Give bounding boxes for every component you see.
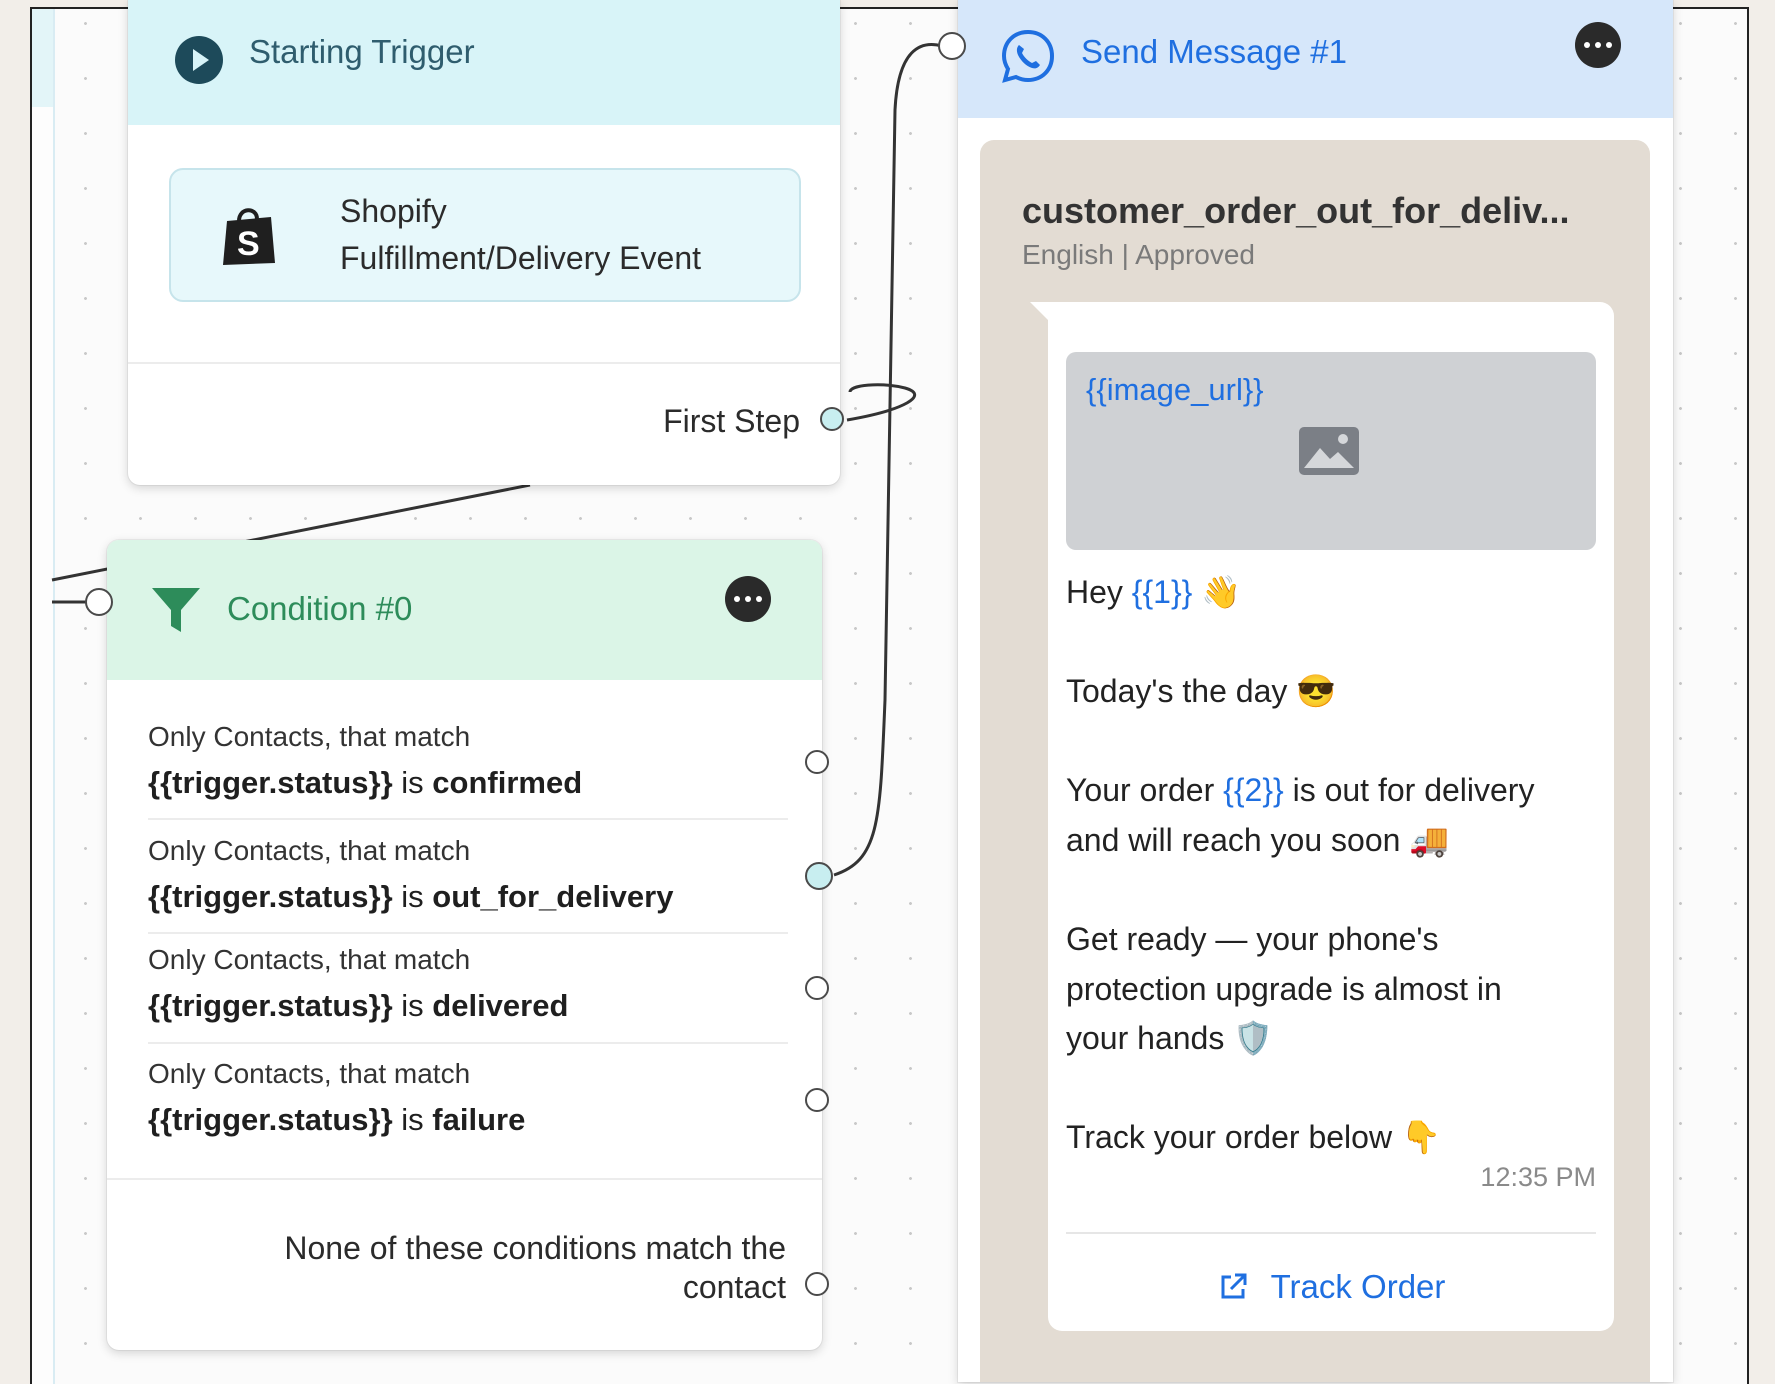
condition-footer-divider: [107, 1178, 822, 1180]
message-title: Send Message #1: [1081, 33, 1348, 70]
rule-value: out_for_delivery: [432, 879, 674, 914]
rule-value: failure: [432, 1102, 526, 1137]
condition-rule-out-for-delivery[interactable]: Only Contacts, that match {{trigger.stat…: [148, 835, 788, 915]
template-meta: English | Approved: [1022, 239, 1255, 270]
event-source: Shopify: [340, 193, 447, 229]
track-order-button[interactable]: Track Order: [1048, 1252, 1614, 1322]
svg-text:S: S: [237, 225, 260, 263]
message-line: and will reach you soon 🚚: [1066, 822, 1450, 858]
rule-divider: [148, 932, 788, 934]
image-placeholder-icon: [1298, 426, 1360, 481]
rule-port-out-for-delivery[interactable]: [805, 862, 833, 890]
starting-trigger-node[interactable]: Starting Trigger S Shopify Fulfillment/D…: [128, 0, 844, 485]
rule-value: confirmed: [432, 765, 583, 800]
trigger-event-card[interactable]: S Shopify Fulfillment/Delivery Event: [169, 168, 801, 302]
rule-prefix: Only Contacts, that match: [148, 835, 471, 866]
trigger-header[interactable]: Starting Trigger: [128, 0, 840, 125]
message-line: Track your order below 👇: [1066, 1119, 1441, 1155]
rule-port-confirmed[interactable]: [805, 750, 829, 774]
shopify-bag-icon: S: [221, 203, 277, 272]
message-line: your hands 🛡️: [1066, 1020, 1274, 1056]
condition-menu-button[interactable]: [725, 576, 771, 622]
message-line: Your order {{2}} is out for delivery: [1066, 772, 1535, 808]
condition-rule-failure[interactable]: Only Contacts, that match {{trigger.stat…: [148, 1058, 788, 1138]
message-line: Hey {{1}} 👋: [1066, 574, 1242, 610]
rule-operator: is: [401, 1102, 424, 1137]
funnel-icon: [150, 584, 202, 636]
canvas-left-edge: [32, 9, 55, 1384]
condition-rule-delivered[interactable]: Only Contacts, that match {{trigger.stat…: [148, 944, 788, 1024]
rule-field: {{trigger.status}}: [148, 988, 393, 1023]
template-name: customer_order_out_for_deliv...: [1022, 190, 1570, 231]
rule-operator: is: [401, 879, 424, 914]
condition-node[interactable]: Condition #0 Only Contacts, that match {…: [85, 540, 833, 1350]
canvas-left-edge-node: [32, 9, 53, 107]
play-circle-icon: [174, 35, 224, 85]
message-timestamp: 12:35 PM: [1480, 1162, 1596, 1192]
media-variable: {{image_url}}: [1086, 372, 1264, 407]
message-line: Today's the day 😎: [1066, 673, 1337, 709]
message-bubble: {{image_url}} Hey {{1}} 👋 Today's the da…: [1048, 302, 1614, 1331]
condition-title: Condition #0: [227, 590, 413, 627]
rule-prefix: Only Contacts, that match: [148, 1058, 471, 1089]
rule-value: delivered: [432, 988, 569, 1023]
cta-divider: [1066, 1232, 1596, 1234]
rule-divider: [148, 818, 788, 820]
more-options-icon: [734, 596, 740, 602]
rule-operator: is: [401, 988, 424, 1023]
whatsapp-preview: customer_order_out_for_deliv... English …: [980, 140, 1650, 1382]
rule-field: {{trigger.status}}: [148, 1102, 393, 1137]
send-message-node[interactable]: Send Message #1 customer_order_out_for_d…: [938, 0, 1673, 1382]
first-step-label: First Step: [663, 403, 800, 439]
media-header: {{image_url}}: [1066, 352, 1596, 550]
condition-rule-confirmed[interactable]: Only Contacts, that match {{trigger.stat…: [148, 721, 788, 801]
trigger-title: Starting Trigger: [249, 33, 475, 70]
rule-port-failure[interactable]: [805, 1088, 829, 1112]
message-input-port[interactable]: [938, 32, 966, 60]
rule-operator: is: [401, 765, 424, 800]
fallback-port[interactable]: [805, 1272, 829, 1296]
rule-divider: [148, 1042, 788, 1044]
rule-field: {{trigger.status}}: [148, 879, 393, 914]
fallback-label: None of these conditions match the conta…: [284, 1230, 786, 1305]
message-line: Get ready — your phone's: [1066, 921, 1439, 957]
rule-field: {{trigger.status}}: [148, 765, 393, 800]
rule-port-delivered[interactable]: [805, 976, 829, 1000]
condition-header[interactable]: Condition #0: [107, 540, 822, 680]
condition-input-port[interactable]: [85, 588, 113, 616]
external-link-icon: [1217, 1271, 1249, 1303]
event-type: Fulfillment/Delivery Event: [340, 240, 701, 276]
message-menu-button[interactable]: [1575, 22, 1621, 68]
track-order-label: Track Order: [1270, 1268, 1446, 1305]
more-options-icon: [1584, 42, 1590, 48]
message-header[interactable]: Send Message #1: [958, 0, 1673, 118]
first-step-port[interactable]: [820, 407, 844, 431]
trigger-divider: [128, 362, 840, 364]
message-line: protection upgrade is almost in: [1066, 971, 1502, 1007]
rule-prefix: Only Contacts, that match: [148, 944, 471, 975]
whatsapp-icon: [1000, 28, 1056, 84]
rule-prefix: Only Contacts, that match: [148, 721, 471, 752]
